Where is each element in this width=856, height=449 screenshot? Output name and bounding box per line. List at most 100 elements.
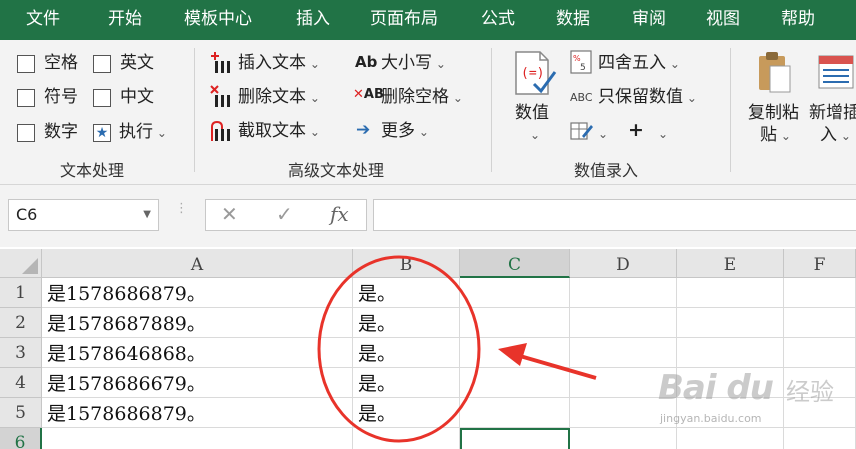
cell-c2[interactable] bbox=[460, 308, 570, 338]
cell-d3[interactable] bbox=[570, 338, 677, 368]
menu-review[interactable]: 审阅 bbox=[632, 0, 666, 40]
cell-b4[interactable]: 是。 bbox=[353, 368, 460, 398]
checkbox-number[interactable] bbox=[17, 124, 35, 142]
cell-c4[interactable] bbox=[460, 368, 570, 398]
copy-paste-button-line2[interactable]: 贴 ⌄ bbox=[760, 124, 791, 147]
cell-c1[interactable] bbox=[460, 278, 570, 308]
formula-buttons: ✕ ✓ fx bbox=[205, 199, 367, 231]
chevron-down-icon[interactable]: ⌄ bbox=[530, 124, 540, 146]
new-insert-button-line2[interactable]: 入 ⌄ bbox=[820, 124, 851, 147]
cell-d5[interactable] bbox=[570, 398, 677, 428]
cell-f1[interactable] bbox=[784, 278, 856, 308]
insert-text-button[interactable]: 插入文本 ⌄ bbox=[238, 52, 320, 75]
cell-a3[interactable]: 是1578646868。 bbox=[42, 338, 353, 368]
cell-b3[interactable]: 是。 bbox=[353, 338, 460, 368]
menu-templates[interactable]: 模板中心 bbox=[184, 0, 252, 40]
menu-view[interactable]: 视图 bbox=[706, 0, 740, 40]
cell-f6[interactable] bbox=[784, 428, 856, 449]
cell-b5[interactable]: 是。 bbox=[353, 398, 460, 428]
cell-d2[interactable] bbox=[570, 308, 677, 338]
plus-icon[interactable]: + bbox=[628, 120, 644, 140]
cell-d4[interactable] bbox=[570, 368, 677, 398]
insert-text-icon bbox=[211, 52, 230, 73]
column-header-e[interactable]: E bbox=[677, 249, 784, 278]
row-header-1[interactable]: 1 bbox=[0, 278, 42, 308]
menu-formulas[interactable]: 公式 bbox=[481, 0, 515, 40]
cell-e5[interactable] bbox=[677, 398, 784, 428]
row-header-6[interactable]: 6 bbox=[0, 428, 42, 449]
cell-c3[interactable] bbox=[460, 338, 570, 368]
column-header-f[interactable]: F bbox=[784, 249, 856, 278]
row-header-4[interactable]: 4 bbox=[0, 368, 42, 398]
checkbox-chinese[interactable] bbox=[93, 89, 111, 107]
new-insert-button[interactable]: 新增插 bbox=[809, 102, 856, 124]
column-header-b[interactable]: B bbox=[353, 249, 460, 278]
copy-paste-button[interactable]: 复制粘 bbox=[748, 102, 799, 124]
chevron-down-icon[interactable]: ▼ bbox=[143, 200, 151, 230]
more-button[interactable]: 更多 ⌄ bbox=[381, 120, 429, 143]
drag-handle-icon[interactable]: ⋮ bbox=[175, 202, 188, 215]
checkbox-space-label: 空格 bbox=[44, 53, 78, 73]
row-header-3[interactable]: 3 bbox=[0, 338, 42, 368]
star-icon: ★ bbox=[93, 124, 111, 142]
row-header-2[interactable]: 2 bbox=[0, 308, 42, 338]
cell-b6[interactable] bbox=[353, 428, 460, 449]
case-button[interactable]: 大小写 ⌄ bbox=[381, 52, 446, 75]
checkbox-symbol[interactable] bbox=[17, 89, 35, 107]
numeric-button[interactable]: 数值 bbox=[515, 102, 549, 124]
column-header-c[interactable]: C bbox=[460, 249, 570, 278]
cell-f2[interactable] bbox=[784, 308, 856, 338]
cell-b1[interactable]: 是。 bbox=[353, 278, 460, 308]
column-header-d[interactable]: D bbox=[570, 249, 677, 278]
cell-d1[interactable] bbox=[570, 278, 677, 308]
cell-e2[interactable] bbox=[677, 308, 784, 338]
row-header-5[interactable]: 5 bbox=[0, 398, 42, 428]
select-all-corner[interactable] bbox=[0, 249, 42, 278]
execute-button[interactable]: 执行 ⌄ bbox=[119, 121, 167, 144]
checkbox-space[interactable] bbox=[17, 55, 35, 73]
confirm-icon[interactable]: ✓ bbox=[276, 202, 293, 226]
formula-input[interactable] bbox=[373, 199, 856, 231]
fx-icon[interactable]: fx bbox=[330, 202, 349, 226]
cell-c5[interactable] bbox=[460, 398, 570, 428]
cell-a4[interactable]: 是1578686679。 bbox=[42, 368, 353, 398]
chevron-down-icon[interactable]: ⌄ bbox=[598, 123, 608, 145]
menu-data[interactable]: 数据 bbox=[556, 0, 590, 40]
keep-numeric-button[interactable]: 只保留数值 ⌄ bbox=[598, 86, 697, 109]
menu-help[interactable]: 帮助 bbox=[781, 0, 815, 40]
cell-a1[interactable]: 是1578686879。 bbox=[42, 278, 353, 308]
menu-page-layout[interactable]: 页面布局 bbox=[370, 0, 438, 40]
cell-b2[interactable]: 是。 bbox=[353, 308, 460, 338]
checkbox-english[interactable] bbox=[93, 55, 111, 73]
chevron-down-icon: ⌄ bbox=[837, 129, 851, 143]
cell-d6[interactable] bbox=[570, 428, 677, 449]
cell-e1[interactable] bbox=[677, 278, 784, 308]
cell-f5[interactable] bbox=[784, 398, 856, 428]
cell-a5[interactable]: 是1578686879。 bbox=[42, 398, 353, 428]
cell-f3[interactable] bbox=[784, 338, 856, 368]
group-label-text-processing: 文本处理 bbox=[60, 161, 125, 180]
cell-a2[interactable]: 是1578687889。 bbox=[42, 308, 353, 338]
cell-e4[interactable] bbox=[677, 368, 784, 398]
cell-e3[interactable] bbox=[677, 338, 784, 368]
cancel-icon[interactable]: ✕ bbox=[221, 202, 238, 226]
menu-file[interactable]: 文件 bbox=[26, 0, 60, 40]
column-header-a[interactable]: A bbox=[42, 249, 353, 278]
round-button[interactable]: 四舍五入 ⌄ bbox=[598, 52, 680, 75]
abc-icon: ABC bbox=[570, 91, 593, 104]
menu-home[interactable]: 开始 bbox=[108, 0, 142, 40]
chevron-down-icon: ⌄ bbox=[153, 126, 167, 140]
name-box[interactable]: C6 ▼ bbox=[8, 199, 159, 231]
cell-f4[interactable] bbox=[784, 368, 856, 398]
extract-text-button[interactable]: 截取文本 ⌄ bbox=[238, 120, 320, 143]
chevron-down-icon[interactable]: ⌄ bbox=[658, 123, 668, 145]
arrow-right-icon: ➔ bbox=[356, 120, 371, 140]
cell-a6[interactable] bbox=[42, 428, 353, 449]
chevron-down-icon: ⌄ bbox=[306, 57, 320, 71]
delete-text-button[interactable]: 删除文本 ⌄ bbox=[238, 86, 320, 109]
delete-space-button[interactable]: 删除空格 ⌄ bbox=[381, 86, 463, 109]
cell-e6[interactable] bbox=[677, 428, 784, 449]
round-label: 四舍五入 bbox=[598, 53, 666, 73]
numeric-document-icon: (=) bbox=[515, 51, 557, 95]
menu-insert[interactable]: 插入 bbox=[296, 0, 330, 40]
